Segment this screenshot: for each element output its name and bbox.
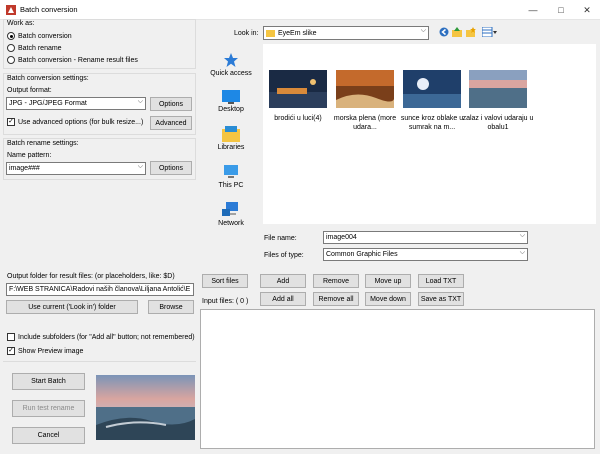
- file-item[interactable]: zalaz i valovi udaraju u obalu1: [463, 70, 537, 132]
- radio-batch-conversion[interactable]: Batch conversion: [7, 32, 72, 40]
- look-in-select[interactable]: EyeEm slike ⌵: [263, 26, 429, 40]
- file-name-input[interactable]: image004 ⌵: [323, 231, 528, 244]
- checkbox-box: [7, 333, 15, 341]
- radio-label: Batch conversion - Rename result files: [18, 56, 138, 64]
- place-desktop[interactable]: Desktop: [203, 90, 259, 113]
- chevron-down-icon: ⌵: [420, 27, 426, 34]
- load-txt-button[interactable]: Load TXT: [418, 274, 464, 288]
- checkbox-box: ✓: [7, 118, 15, 126]
- chevron-down-icon: ⌵: [519, 249, 525, 256]
- file-thumbnail: [269, 70, 327, 108]
- radio-batch-rename[interactable]: Batch rename: [7, 44, 62, 52]
- radio-dot: [7, 44, 15, 52]
- checkbox-label: Show Preview image: [18, 347, 84, 355]
- file-type-select[interactable]: Common Graphic Files ⌵: [323, 248, 528, 261]
- chevron-down-icon: ⌵: [519, 232, 525, 239]
- back-icon[interactable]: [439, 27, 449, 37]
- move-up-button[interactable]: Move up: [365, 274, 411, 288]
- file-type-label: Files of type:: [264, 252, 304, 259]
- new-folder-icon[interactable]: [466, 27, 476, 37]
- close-button[interactable]: ✕: [578, 3, 596, 17]
- add-button[interactable]: Add: [260, 274, 306, 288]
- file-view[interactable]: brodići u luci(4) morska plena (more uda…: [263, 44, 596, 224]
- place-network[interactable]: Network: [203, 202, 259, 227]
- input-files-label: Input files: ( 0 ): [202, 298, 249, 305]
- browse-button[interactable]: Browse: [148, 300, 194, 314]
- folder-icon: [266, 29, 275, 37]
- output-folder-value: F:\WEB STRANICA\Radovi naših članova\Lil…: [9, 286, 191, 293]
- advanced-options-checkbox[interactable]: ✓ Use advanced options (for bulk resize..…: [7, 118, 143, 126]
- file-name-label: File name:: [264, 235, 297, 242]
- view-menu-icon[interactable]: [482, 27, 498, 37]
- file-thumbnail: [336, 70, 395, 108]
- chevron-down-icon: ⌵: [137, 98, 143, 105]
- output-folder-input[interactable]: F:\WEB STRANICA\Radovi naših članova\Lil…: [6, 283, 194, 296]
- cancel-button[interactable]: Cancel: [12, 427, 85, 444]
- place-label: This PC: [218, 182, 244, 189]
- checkbox-box: ✓: [7, 347, 15, 355]
- output-format-value: JPG - JPG/JPEG Format: [9, 100, 87, 107]
- file-type-value: Common Graphic Files: [326, 251, 398, 258]
- radio-conversion-rename[interactable]: Batch conversion - Rename result files: [7, 56, 138, 64]
- advanced-button[interactable]: Advanced: [150, 116, 192, 130]
- add-all-button[interactable]: Add all: [260, 292, 306, 306]
- look-in-value: EyeEm slike: [278, 29, 317, 37]
- sort-files-button[interactable]: Sort files: [202, 274, 248, 288]
- name-pattern-input[interactable]: image### ⌵: [6, 162, 146, 175]
- input-files-list[interactable]: [200, 309, 595, 449]
- look-in-label: Look in:: [234, 30, 259, 37]
- run-test-rename-button[interactable]: Run test rename: [12, 400, 85, 417]
- divider: [3, 361, 196, 362]
- maximize-button[interactable]: □: [552, 3, 570, 17]
- place-label: Quick access: [210, 70, 252, 77]
- name-pattern-value: image###: [9, 165, 40, 172]
- checkbox-label: Include subfolders (for "Add all" button…: [18, 333, 195, 341]
- output-format-select[interactable]: JPG - JPG/JPEG Format ⌵: [6, 97, 146, 110]
- chevron-down-icon: ⌵: [137, 163, 143, 170]
- radio-label: Batch rename: [18, 44, 62, 52]
- work-as-label: Work as:: [7, 20, 35, 27]
- output-format-label: Output format:: [7, 87, 52, 94]
- move-down-button[interactable]: Move down: [365, 292, 411, 306]
- pc-icon: [224, 165, 238, 178]
- star-icon: [224, 53, 238, 67]
- file-caption: zalaz i valovi udaraju u obalu1: [462, 115, 534, 131]
- output-folder-label: Output folder for result files: (or plac…: [7, 273, 175, 280]
- save-txt-button[interactable]: Save as TXT: [418, 292, 464, 306]
- radio-label: Batch conversion: [18, 32, 72, 40]
- show-preview-checkbox[interactable]: ✓ Show Preview image: [7, 347, 83, 355]
- place-quick-access[interactable]: Quick access: [203, 52, 259, 77]
- place-this-pc[interactable]: This PC: [203, 164, 259, 189]
- place-label: Libraries: [217, 144, 245, 151]
- remove-all-button[interactable]: Remove all: [313, 292, 359, 306]
- window-title: Batch conversion: [20, 5, 78, 14]
- rename-options-button[interactable]: Options: [150, 161, 192, 175]
- file-name-value: image004: [326, 234, 357, 241]
- libraries-icon: [222, 126, 240, 142]
- place-libraries[interactable]: Libraries: [203, 126, 259, 151]
- minimize-button[interactable]: —: [524, 3, 542, 17]
- start-batch-button[interactable]: Start Batch: [12, 373, 85, 390]
- up-folder-icon[interactable]: [452, 27, 462, 37]
- place-label: Network: [218, 220, 244, 227]
- network-icon: [222, 202, 238, 216]
- desktop-icon: [222, 90, 240, 104]
- checkbox-label: Use advanced options (for bulk resize...…: [18, 118, 144, 126]
- conversion-settings-label: Batch conversion settings:: [7, 75, 89, 82]
- use-current-folder-button[interactable]: Use current ('Look in') folder: [6, 300, 138, 314]
- remove-button[interactable]: Remove: [313, 274, 359, 288]
- preview-image: [96, 375, 195, 440]
- app-icon: [6, 5, 16, 15]
- rename-settings-label: Batch rename settings:: [7, 140, 79, 147]
- places-bar: Quick access Desktop Libraries This PC N…: [203, 42, 259, 242]
- include-subfolders-checkbox[interactable]: Include subfolders (for "Add all" button…: [7, 333, 195, 341]
- file-thumbnail: [469, 70, 527, 108]
- place-label: Desktop: [218, 106, 244, 113]
- radio-dot: [7, 56, 15, 64]
- radio-dot: [7, 32, 15, 40]
- file-thumbnail: [403, 70, 461, 108]
- title-bar: Batch conversion — □ ✕: [0, 0, 600, 20]
- format-options-button[interactable]: Options: [150, 97, 192, 111]
- name-pattern-label: Name pattern:: [7, 152, 52, 159]
